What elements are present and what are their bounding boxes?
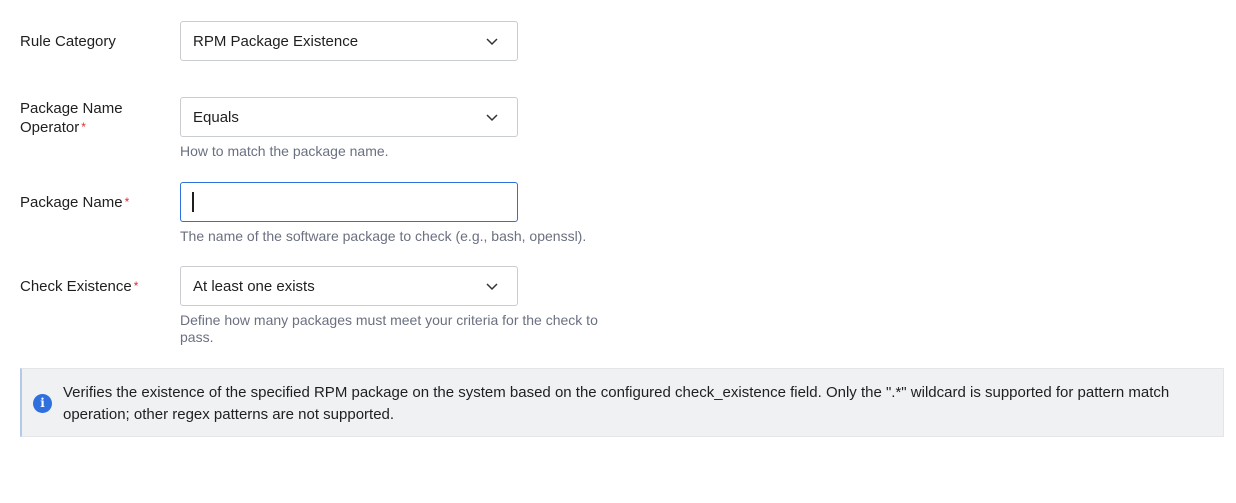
required-asterisk: * xyxy=(124,195,130,209)
check-existence-value: At least one exists xyxy=(193,277,315,295)
info-banner: i Verifies the existence of the specifie… xyxy=(20,368,1224,437)
check-existence-label: Check Existence * xyxy=(20,278,139,295)
package-name-operator-select[interactable]: Equals xyxy=(180,97,518,137)
package-name-operator-help: How to match the package name. xyxy=(180,143,389,159)
package-name-operator-label: Package Name Operator * xyxy=(20,100,123,136)
text-cursor xyxy=(192,192,194,212)
required-asterisk: * xyxy=(81,120,86,134)
info-icon: i xyxy=(33,394,52,413)
chevron-down-icon xyxy=(486,114,498,122)
chevron-down-icon xyxy=(486,38,498,46)
package-name-operator-value: Equals xyxy=(193,108,239,126)
check-existence-select[interactable]: At least one exists xyxy=(180,266,518,306)
required-asterisk: * xyxy=(133,279,139,293)
rule-category-select[interactable]: RPM Package Existence xyxy=(180,21,518,61)
check-existence-help: Define how many packages must meet your … xyxy=(180,312,598,345)
rule-category-label: Rule Category xyxy=(20,33,116,50)
rule-category-value: RPM Package Existence xyxy=(193,32,359,50)
package-name-label: Package Name * xyxy=(20,194,130,211)
package-name-help: The name of the software package to chec… xyxy=(180,228,587,244)
info-text: Verifies the existence of the specified … xyxy=(63,384,1170,423)
package-name-input[interactable] xyxy=(180,182,518,222)
chevron-down-icon xyxy=(486,283,498,291)
